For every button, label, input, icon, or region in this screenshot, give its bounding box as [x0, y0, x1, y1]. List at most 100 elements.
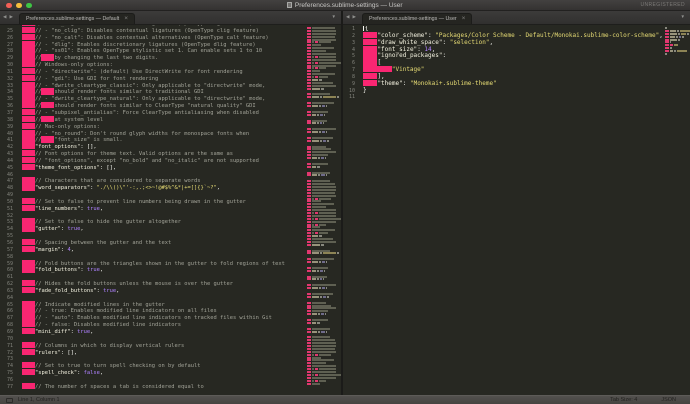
minimap-row: [307, 146, 340, 148]
minimap-right[interactable]: [663, 25, 690, 395]
minimap-left[interactable]: [305, 25, 341, 395]
minimap-text-bar: [312, 50, 326, 52]
whitespace-highlight: [22, 266, 35, 272]
code-line: [22, 192, 305, 199]
minimap-row: [307, 177, 340, 179]
close-tab-icon[interactable]: ×: [124, 16, 128, 23]
line-number: 9: [343, 81, 355, 88]
code-line: // - "no_round": Don't round glyph width…: [22, 131, 305, 138]
minimap-text-bar: [312, 224, 314, 226]
code-area-right[interactable]: {"color_scheme": "Packages/Color Scheme …: [355, 26, 663, 395]
line-number: 60: [0, 267, 13, 274]
minimap-text-bar: [337, 96, 339, 98]
line-number: 40: [0, 131, 13, 138]
next-tab-icon[interactable]: ▶: [352, 15, 355, 20]
tab-label: Preferences.sublime-settings — Default: [26, 16, 119, 22]
minimap-row: [307, 224, 340, 226]
minimap-mark: [307, 93, 311, 95]
minimap-text-bar: [317, 114, 319, 116]
tab-preferences-user[interactable]: Preferences.sublime-settings — User ×: [362, 13, 473, 24]
line-number: 69: [0, 329, 13, 336]
code-token: // The number of spaces a tab is conside…: [35, 384, 204, 390]
minimap-mark: [307, 348, 311, 350]
line-number: 65: [0, 302, 13, 309]
minimap-mark: [307, 215, 311, 217]
minimap-text-bar: [323, 140, 326, 142]
minimap-text-bar: [321, 157, 324, 159]
minimap-mark: [307, 148, 311, 150]
minimap-row: [307, 255, 340, 257]
whitespace-highlight: [22, 198, 35, 204]
tab-overflow-icon[interactable]: ▼: [681, 15, 685, 20]
minimap-mark: [307, 267, 311, 269]
sublime-text-window: Preferences.sublime-settings — User UNRE…: [0, 0, 690, 404]
minimap-row: [307, 284, 340, 286]
minimap-text-bar: [312, 88, 320, 90]
minimap-mark: [665, 47, 669, 49]
code-line: "margin": 4,: [22, 247, 305, 254]
code-token: ,: [100, 268, 103, 274]
whitespace-highlight: [22, 246, 35, 252]
tab-overflow-icon[interactable]: ▼: [332, 15, 336, 20]
close-tab-icon[interactable]: ×: [462, 16, 466, 23]
minimap-text-bar: [312, 195, 336, 197]
minimap-mark: [307, 345, 311, 347]
code-line: "theme_font_options": [],: [22, 165, 305, 172]
code-area-left[interactable]: // - "no_liga": Disables standard ligatu…: [13, 25, 305, 395]
minimap-row: [307, 276, 340, 278]
code-token: :: [403, 80, 410, 87]
minimap-row: [307, 368, 340, 370]
code-line: [363, 94, 663, 101]
next-tab-icon[interactable]: ▶: [9, 15, 12, 20]
minimap-text-bar: [312, 278, 316, 280]
pane-default: ◀ ▶ Preferences.sublime-settings — Defau…: [0, 11, 341, 395]
minimap-text-bar: [312, 166, 316, 168]
minimap-row: [307, 371, 340, 373]
whitespace-highlight: [363, 32, 377, 38]
minimap-text-bar: [312, 313, 317, 315]
minimap-row: [307, 93, 340, 95]
minimap-text-bar: [670, 50, 674, 52]
whitespace-highlight: [22, 342, 35, 348]
minimap-row: [307, 200, 340, 202]
minimap-row: [307, 380, 340, 382]
whitespace-highlight: [22, 307, 35, 313]
minimap-text-bar: [312, 154, 328, 156]
minimap-row: [307, 82, 340, 84]
minimize-window-button[interactable]: [16, 3, 22, 9]
minimap-text-bar: [312, 212, 314, 214]
tab-size-indicator[interactable]: Tab Size: 4: [610, 397, 637, 403]
minimap-mark: [307, 354, 311, 356]
minimap-mark: [307, 189, 311, 191]
minimap-text-bar: [320, 296, 322, 298]
minimap-text-bar: [312, 146, 327, 148]
minimap-mark: [307, 114, 311, 116]
minimap-mark: [665, 41, 669, 43]
whitespace-highlight: [22, 328, 35, 334]
code-token: "./\\()\"'-:,.;<>~!@#$%^&*|+=[]{}`~?": [97, 185, 217, 191]
whitespace-highlight: [22, 218, 35, 224]
close-window-button[interactable]: [6, 3, 12, 9]
window-title: Preferences.sublime-settings — User: [295, 2, 403, 9]
code-line: "gutter": true,: [22, 226, 305, 233]
line-number: 75: [0, 370, 13, 377]
minimap-text-bar: [312, 79, 318, 81]
minimap-mark: [307, 235, 311, 237]
tab-preferences-default[interactable]: Preferences.sublime-settings — Default ×: [19, 13, 135, 24]
minimap-row: [307, 73, 340, 75]
line-number: 61: [0, 274, 13, 281]
code-token: // - "subpixel_antialias": Force ClearTy…: [35, 110, 259, 116]
sidebar-toggle-icon[interactable]: [6, 398, 13, 403]
minimap-mark: [307, 319, 311, 321]
syntax-indicator[interactable]: JSON: [661, 397, 676, 403]
prev-tab-icon[interactable]: ◀: [3, 15, 6, 20]
code-line: "rulers": [],: [22, 350, 305, 357]
minimap-row: [307, 278, 340, 280]
minimap-text-bar: [674, 50, 676, 52]
code-token: "Monokai+.sublime-theme": [410, 80, 497, 87]
minimap-text-bar: [665, 27, 667, 29]
fullscreen-window-button[interactable]: [26, 3, 32, 9]
minimap-mark: [307, 131, 311, 133]
line-number: 72: [0, 350, 13, 357]
prev-tab-icon[interactable]: ◀: [346, 15, 349, 20]
